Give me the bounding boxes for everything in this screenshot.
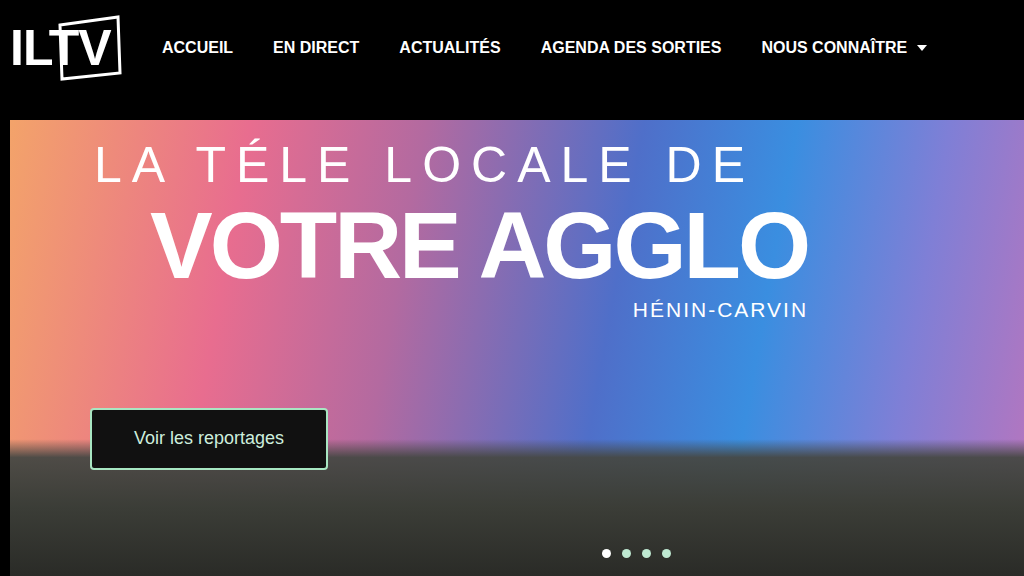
nav-item[interactable]: EN DIRECT: [273, 39, 359, 57]
main-nav: ACCUEIL EN DIRECT ACTUALITÉS AGENDA DES SOR…: [162, 39, 927, 57]
caret-down-icon: [917, 45, 927, 51]
logo[interactable]: ILTV: [10, 23, 122, 73]
nav-item[interactable]: ACCUEIL: [162, 39, 233, 57]
page: ILTV ACCUEIL EN DIRECT ACTUALITÉS AGENDA DES…: [0, 0, 1024, 576]
reports-button[interactable]: Voir les reportages: [90, 408, 328, 470]
hero-kicker: LA TÉLE LOCALE DE: [94, 138, 1024, 193]
hero-title-block: VOTRE AGGLOHÉNIN-CARVIN: [150, 197, 808, 322]
slider-dot[interactable]: [662, 549, 671, 558]
hero-title: VOTRE AGGLO: [150, 197, 808, 296]
slider-dot[interactable]: [622, 549, 631, 558]
slider-dot[interactable]: [642, 549, 651, 558]
header: ILTV ACCUEIL EN DIRECT ACTUALITÉS AGENDA DES…: [0, 0, 1024, 96]
nav-item[interactable]: AGENDA DES SORTIES: [541, 39, 722, 57]
hero-subtitle: HÉNIN-CARVIN: [633, 298, 808, 322]
logo-text: ILTV: [10, 23, 111, 73]
slider-dot[interactable]: [602, 549, 611, 558]
nav-item[interactable]: ACTUALITÉS: [399, 39, 500, 57]
hero-slider: LA TÉLE LOCALE DEVOTRE AGGLOHÉNIN-CARVIN…: [10, 120, 1024, 576]
nav-item[interactable]: NOUS CONNAÎTRE: [761, 39, 927, 57]
slider-dots: [602, 549, 671, 558]
